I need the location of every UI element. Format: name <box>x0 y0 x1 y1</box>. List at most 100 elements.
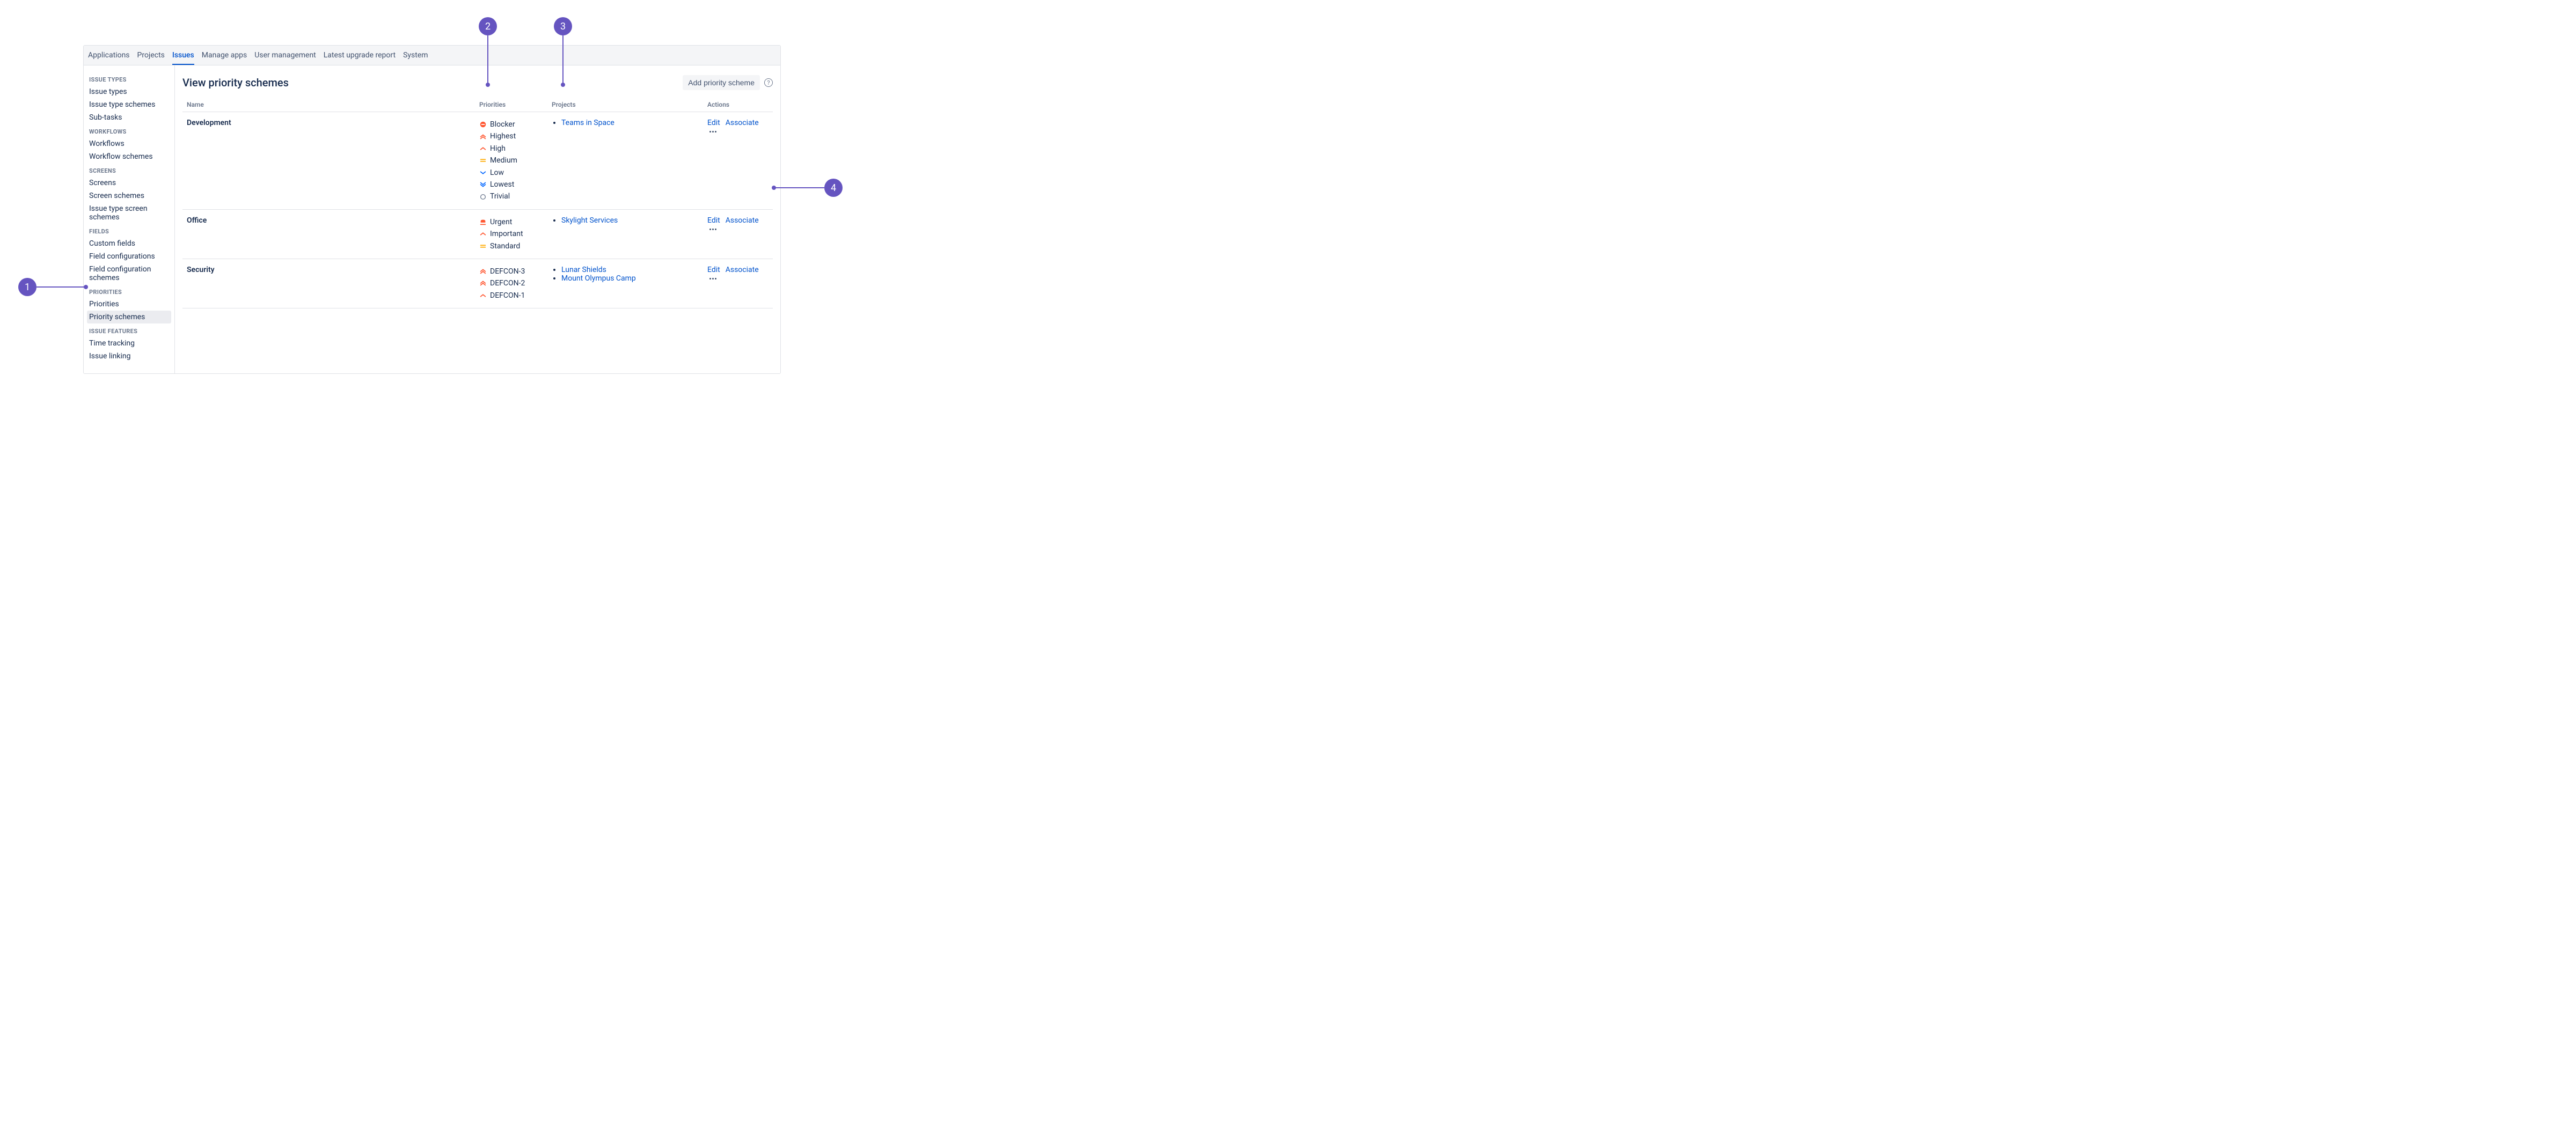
help-icon[interactable]: ? <box>764 78 773 87</box>
page-title: View priority schemes <box>182 76 678 89</box>
sidebar-item-workflow-schemes[interactable]: Workflow schemes <box>84 150 174 163</box>
sidebar-item-issue-type-screen-schemes[interactable]: Issue type screen schemes <box>84 202 174 224</box>
scheme-priorities: BlockerHighestHighMediumLowLowestTrivial <box>475 112 547 210</box>
associate-link[interactable]: Associate <box>726 266 759 274</box>
add-priority-scheme-button[interactable]: Add priority scheme <box>683 75 760 90</box>
priority-label: Low <box>490 167 504 179</box>
priority-item: Standard <box>479 240 543 252</box>
topnav-tab-projects[interactable]: Projects <box>137 46 165 65</box>
annotation-dot <box>772 186 776 190</box>
main-content: View priority schemes Add priority schem… <box>175 65 780 373</box>
sidebar-item-field-configurations[interactable]: Field configurations <box>84 250 174 263</box>
priority-item: Urgent <box>479 216 543 228</box>
table-row: DevelopmentBlockerHighestHighMediumLowLo… <box>182 112 773 210</box>
project-list-item: Teams in Space <box>561 119 699 127</box>
more-actions-icon[interactable] <box>707 226 719 232</box>
priority-item: Important <box>479 228 543 240</box>
sidebar-item-sub-tasks[interactable]: Sub-tasks <box>84 111 174 124</box>
sidebar-item-workflows[interactable]: Workflows <box>84 137 174 150</box>
sidebar-item-time-tracking[interactable]: Time tracking <box>84 337 174 350</box>
sidebar-item-custom-fields[interactable]: Custom fields <box>84 237 174 250</box>
priority-item: Lowest <box>479 179 543 190</box>
highest-icon <box>479 279 487 287</box>
priority-label: Lowest <box>490 179 514 190</box>
scheme-actions: Edit Associate <box>703 259 773 308</box>
priority-label: Medium <box>490 154 517 166</box>
annotation-dot <box>84 285 88 289</box>
priority-item: High <box>479 143 543 154</box>
annotation-badge-1: 1 <box>18 278 36 296</box>
project-link[interactable]: Skylight Services <box>561 216 618 225</box>
project-list-item: Mount Olympus Camp <box>561 274 699 283</box>
priority-label: Important <box>490 228 523 240</box>
col-projects: Projects <box>547 98 703 112</box>
sidebar-item-screens[interactable]: Screens <box>84 176 174 189</box>
sidebar-item-issue-linking[interactable]: Issue linking <box>84 350 174 363</box>
high-icon <box>479 230 487 238</box>
scheme-priorities: UrgentImportantStandard <box>475 209 547 259</box>
priority-label: DEFCON-3 <box>490 266 525 277</box>
priority-item: Trivial <box>479 190 543 202</box>
medium-icon <box>479 242 487 250</box>
lowest-icon <box>479 181 487 188</box>
trivial-icon <box>479 193 487 201</box>
scheme-actions: Edit Associate <box>703 209 773 259</box>
project-link[interactable]: Mount Olympus Camp <box>561 274 636 283</box>
priority-label: DEFCON-2 <box>490 277 525 289</box>
edit-link[interactable]: Edit <box>707 119 720 127</box>
topnav-tab-system[interactable]: System <box>403 46 428 65</box>
more-actions-icon[interactable] <box>707 276 719 282</box>
annotation-badge-4: 4 <box>824 179 843 197</box>
blocker-icon <box>479 121 487 128</box>
priority-label: Highest <box>490 130 516 142</box>
priority-label: DEFCON-1 <box>490 290 525 301</box>
project-list-item: Lunar Shields <box>561 266 699 274</box>
edit-link[interactable]: Edit <box>707 266 720 274</box>
sidebar-item-screen-schemes[interactable]: Screen schemes <box>84 189 174 202</box>
sidebar-item-priority-schemes[interactable]: Priority schemes <box>87 311 171 323</box>
associate-link[interactable]: Associate <box>726 119 759 127</box>
annotation-line <box>562 35 564 85</box>
priority-label: Standard <box>490 240 520 252</box>
priority-label: Blocker <box>490 119 515 130</box>
annotation-line <box>774 187 824 188</box>
priority-item: DEFCON-3 <box>479 266 543 277</box>
sidebar-group-title: Issue features <box>84 323 174 337</box>
scheme-actions: Edit Associate <box>703 112 773 210</box>
admin-sidebar: Issue typesIssue typesIssue type schemes… <box>84 65 175 373</box>
urgent-icon <box>479 218 487 226</box>
priority-item: Low <box>479 167 543 179</box>
topnav-tab-user-management[interactable]: User management <box>254 46 316 65</box>
sidebar-item-field-configuration-schemes[interactable]: Field configuration schemes <box>84 263 174 284</box>
sidebar-item-priorities[interactable]: Priorities <box>84 298 174 311</box>
edit-link[interactable]: Edit <box>707 216 720 225</box>
topnav-tab-manage-apps[interactable]: Manage apps <box>202 46 247 65</box>
priority-item: DEFCON-2 <box>479 277 543 289</box>
priority-label: Trivial <box>490 190 510 202</box>
highest-icon <box>479 133 487 141</box>
scheme-name: Office <box>182 209 475 259</box>
col-priorities: Priorities <box>475 98 547 112</box>
project-link[interactable]: Teams in Space <box>561 119 614 127</box>
col-name: Name <box>182 98 475 112</box>
annotation-badge-3: 3 <box>554 17 572 35</box>
sidebar-item-issue-type-schemes[interactable]: Issue type schemes <box>84 98 174 111</box>
project-link[interactable]: Lunar Shields <box>561 266 606 274</box>
annotation-dot <box>561 83 565 87</box>
topnav-tab-issues[interactable]: Issues <box>172 46 194 65</box>
project-list-item: Skylight Services <box>561 216 699 225</box>
sidebar-group-title: Fields <box>84 224 174 237</box>
topnav-tab-applications[interactable]: Applications <box>88 46 130 65</box>
priority-item: Blocker <box>479 119 543 130</box>
topnav-tab-latest-upgrade-report[interactable]: Latest upgrade report <box>324 46 396 65</box>
more-actions-icon[interactable] <box>707 129 719 135</box>
highest-icon <box>479 268 487 275</box>
annotation-line <box>487 35 488 85</box>
low-icon <box>479 169 487 176</box>
sidebar-item-issue-types[interactable]: Issue types <box>84 85 174 98</box>
medium-icon <box>479 157 487 164</box>
priority-schemes-table: Name Priorities Projects Actions Develop… <box>182 98 773 308</box>
high-icon <box>479 145 487 152</box>
associate-link[interactable]: Associate <box>726 216 759 225</box>
sidebar-group-title: Screens <box>84 163 174 176</box>
